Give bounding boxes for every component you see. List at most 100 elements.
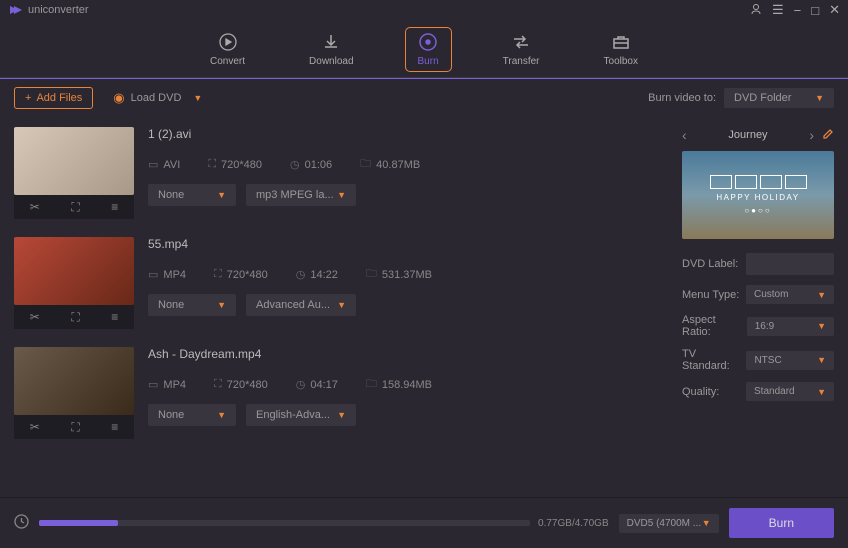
effects-icon[interactable]: ≡ <box>111 420 118 434</box>
prev-menu-button[interactable]: ‹ <box>682 127 687 143</box>
chevron-down-icon: ▼ <box>815 93 824 103</box>
menu-preview[interactable]: HAPPY HOLIDAY ○●○○ <box>682 151 834 239</box>
chevron-down-icon: ▼ <box>702 518 711 528</box>
chevron-down-icon: ▼ <box>193 93 202 103</box>
file-item: ✂ ⛶ ≡ Ash - Daydream.mp4 ▭MP4 ⛶720*480 ◷… <box>14 347 654 439</box>
aspect-ratio-select[interactable]: 16:9▼ <box>747 317 834 336</box>
close-icon[interactable]: ✕ <box>829 2 840 18</box>
file-resolution: ⛶720*480 <box>214 378 268 391</box>
chevron-down-icon: ▼ <box>817 387 826 397</box>
folder-icon: 🗀 <box>366 375 377 394</box>
tab-download[interactable]: Download <box>297 28 365 71</box>
tab-label: Burn <box>418 56 439 67</box>
tab-transfer[interactable]: Transfer <box>491 28 552 71</box>
chevron-down-icon: ▼ <box>817 290 826 300</box>
thumb-tools: ✂ ⛶ ≡ <box>14 195 134 219</box>
file-duration: ◷14:22 <box>296 268 338 281</box>
file-size: 🗀158.94MB <box>366 375 432 394</box>
chevron-down-icon: ▼ <box>817 321 826 331</box>
subtitle-select[interactable]: None▼ <box>148 404 236 426</box>
maximize-icon[interactable]: □ <box>811 3 819 18</box>
file-thumbnail[interactable] <box>14 237 134 305</box>
thumb-tools: ✂ ⛶ ≡ <box>14 415 134 439</box>
preview-text: HAPPY HOLIDAY <box>716 193 799 202</box>
convert-icon <box>218 32 238 52</box>
user-icon[interactable] <box>750 3 762 18</box>
thumb-tools: ✂ ⛶ ≡ <box>14 305 134 329</box>
chevron-down-icon: ▼ <box>337 300 346 310</box>
next-menu-button[interactable]: › <box>809 127 814 143</box>
file-resolution: ⛶720*480 <box>214 268 268 281</box>
aspect-ratio-label: Aspect Ratio: <box>682 314 747 338</box>
burn-to-select[interactable]: DVD Folder ▼ <box>724 88 834 108</box>
file-format: ▭MP4 <box>148 378 186 391</box>
crop-icon[interactable]: ⛶ <box>71 200 79 215</box>
add-files-button[interactable]: + Add Files <box>14 87 93 109</box>
plus-icon: + <box>25 92 31 104</box>
file-duration: ◷04:17 <box>296 378 338 391</box>
menu-name: Journey <box>728 129 767 141</box>
download-icon <box>321 32 341 52</box>
main-tabs: Convert Download Burn Transfer Toolbox <box>0 20 848 78</box>
edit-menu-button[interactable] <box>822 128 834 143</box>
format-icon: ▭ <box>148 268 158 281</box>
resolution-icon: ⛶ <box>214 268 222 281</box>
content-area: ✂ ⛶ ≡ 1 (2).avi ▭AVI ⛶720*480 ◷01:06 🗀40… <box>0 117 848 497</box>
audio-select[interactable]: Advanced Au...▼ <box>246 294 356 316</box>
progress-fill <box>39 520 118 526</box>
preview-dots: ○●○○ <box>744 206 771 215</box>
trim-icon[interactable]: ✂ <box>30 310 40 324</box>
app-logo-icon <box>8 3 22 17</box>
file-name: Ash - Daydream.mp4 <box>148 347 654 361</box>
file-thumbnail[interactable] <box>14 347 134 415</box>
clock-icon[interactable] <box>14 514 29 532</box>
toolbox-icon <box>611 32 631 52</box>
menu-type-select[interactable]: Custom▼ <box>746 285 834 304</box>
dvd-type-select[interactable]: DVD5 (4700M ...▼ <box>619 514 719 533</box>
clock-icon: ◷ <box>296 268 306 281</box>
folder-icon: 🗀 <box>360 155 371 174</box>
effects-icon[interactable]: ≡ <box>111 200 118 214</box>
disc-icon: ◉ <box>113 90 124 106</box>
crop-icon[interactable]: ⛶ <box>71 420 79 435</box>
audio-select[interactable]: mp3 MPEG la...▼ <box>246 184 356 206</box>
preview-frames <box>710 175 807 189</box>
tv-standard-select[interactable]: NTSC▼ <box>746 351 834 370</box>
file-duration: ◷01:06 <box>290 158 332 171</box>
load-dvd-button[interactable]: ◉ Load DVD ▼ <box>113 90 202 106</box>
tab-toolbox[interactable]: Toolbox <box>592 28 650 71</box>
burn-button[interactable]: Burn <box>729 508 834 538</box>
disc-progress: 0.77GB/4.70GB <box>39 518 609 529</box>
quality-label: Quality: <box>682 386 719 398</box>
format-icon: ▭ <box>148 378 158 391</box>
menu-icon[interactable]: ☰ <box>772 2 784 18</box>
trim-icon[interactable]: ✂ <box>30 200 40 214</box>
quality-select[interactable]: Standard▼ <box>746 382 834 401</box>
file-item: ✂ ⛶ ≡ 55.mp4 ▭MP4 ⛶720*480 ◷14:22 🗀531.3… <box>14 237 654 329</box>
subtitle-select[interactable]: None▼ <box>148 184 236 206</box>
tab-burn[interactable]: Burn <box>406 28 451 71</box>
trim-icon[interactable]: ✂ <box>30 420 40 434</box>
file-size: 🗀531.37MB <box>366 265 432 284</box>
crop-icon[interactable]: ⛶ <box>71 310 79 325</box>
tv-standard-label: TV Standard: <box>682 348 746 372</box>
tab-convert[interactable]: Convert <box>198 28 257 71</box>
toolbar: + Add Files ◉ Load DVD ▼ Burn video to: … <box>0 79 848 117</box>
tab-label: Convert <box>210 56 245 67</box>
menu-nav: ‹ Journey › <box>682 127 834 143</box>
load-dvd-label: Load DVD <box>131 92 182 104</box>
file-thumbnail[interactable] <box>14 127 134 195</box>
app-title: uniconverter <box>28 4 89 16</box>
minimize-icon[interactable]: − <box>794 3 802 18</box>
subtitle-select[interactable]: None▼ <box>148 294 236 316</box>
resolution-icon: ⛶ <box>214 378 222 391</box>
tab-label: Download <box>309 56 353 67</box>
chevron-down-icon: ▼ <box>217 410 226 420</box>
menu-type-label: Menu Type: <box>682 289 739 301</box>
audio-select[interactable]: English-Adva...▼ <box>246 404 356 426</box>
transfer-icon <box>511 32 531 52</box>
effects-icon[interactable]: ≡ <box>111 310 118 324</box>
chevron-down-icon: ▼ <box>337 410 346 420</box>
sidebar: ‹ Journey › HAPPY HOLIDAY ○●○○ DVD Label… <box>668 117 848 497</box>
dvd-label-input[interactable] <box>746 253 834 275</box>
